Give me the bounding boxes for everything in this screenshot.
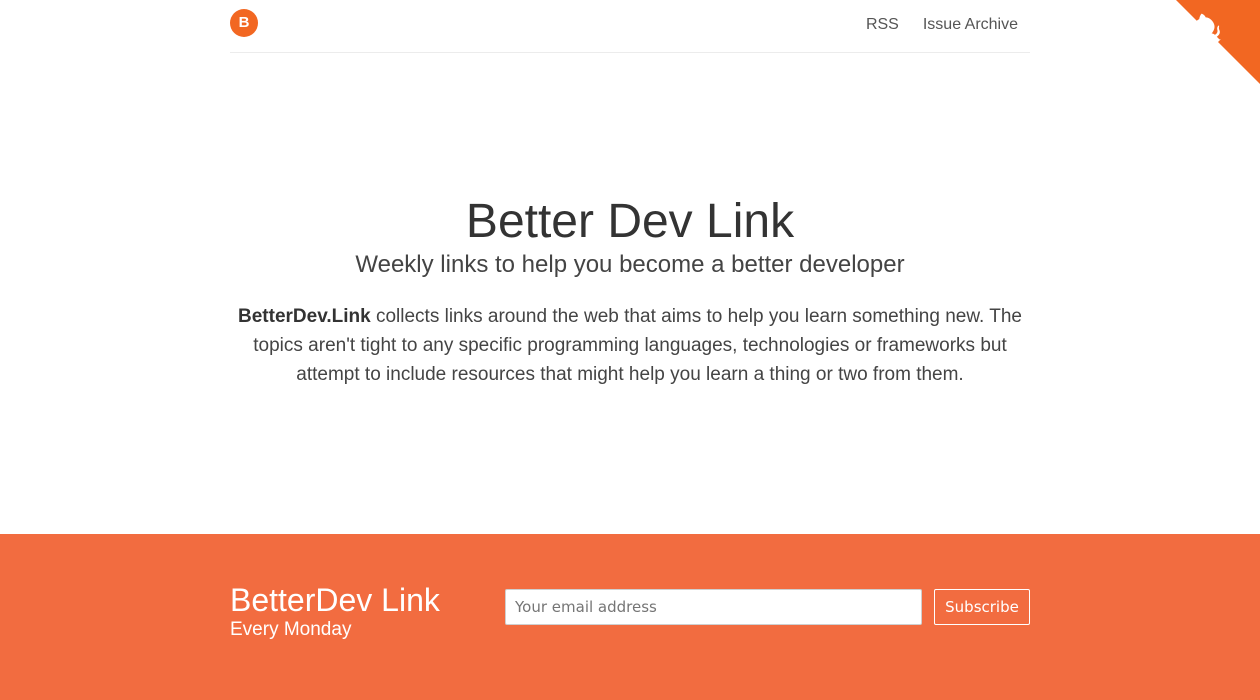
site-description: BetterDev.Link collects links around the… bbox=[230, 302, 1030, 389]
hero: Better Dev Link Weekly links to help you… bbox=[230, 190, 1030, 389]
page: B RSS Issue Archive Better Dev Link Week… bbox=[0, 0, 1260, 700]
email-field[interactable] bbox=[505, 589, 922, 625]
subscribe-button[interactable]: Subscribe bbox=[934, 589, 1030, 625]
nav-link-rss[interactable]: RSS bbox=[866, 16, 899, 34]
github-octocat-icon bbox=[1176, 0, 1260, 84]
github-corner-link[interactable] bbox=[1176, 0, 1260, 84]
nav-link-issue-archive[interactable]: Issue Archive bbox=[923, 16, 1018, 34]
site-logo[interactable]: B bbox=[230, 9, 258, 37]
description-brand: BetterDev.Link bbox=[238, 306, 371, 327]
subscribe-brand-subtitle: Every Monday bbox=[230, 619, 352, 640]
site-header: B RSS Issue Archive bbox=[230, 0, 1030, 53]
subscribe-brand-title: BetterDev Link bbox=[230, 582, 440, 618]
page-subtitle: Weekly links to help you become a better… bbox=[355, 251, 905, 278]
subscribe-section: BetterDev Link Every Monday Subscribe bbox=[0, 534, 1260, 700]
page-title: Better Dev Link bbox=[465, 195, 795, 248]
top-nav: RSS Issue Archive bbox=[866, 16, 1018, 34]
